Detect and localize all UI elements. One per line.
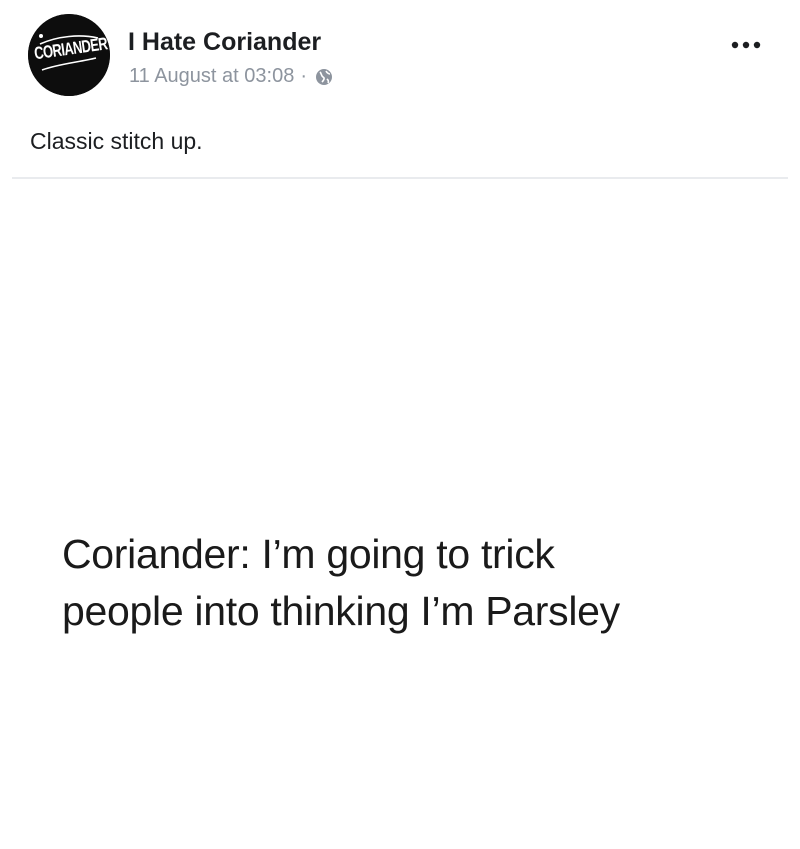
post-header: CORIANDER I Hate Coriander 11 August at … [0, 0, 800, 110]
post-image[interactable]: Coriander: I’m going to trick people int… [0, 179, 800, 849]
meme-line-2: people into thinking I’m Parsley [62, 588, 620, 634]
post-caption: Classic stitch up. [30, 128, 203, 154]
page-name[interactable]: I Hate Coriander [128, 28, 321, 57]
meme-line-1: Coriander: I’m going to trick [62, 531, 555, 577]
meta-separator: · [300, 65, 307, 87]
avatar[interactable]: CORIANDER [28, 14, 110, 96]
more-options-icon [731, 41, 761, 49]
post-meta: 11 August at 03:08 · [129, 65, 333, 88]
meme-text: Coriander: I’m going to trick people int… [62, 526, 742, 640]
post-timestamp[interactable]: 11 August at 03:08 [129, 65, 294, 88]
more-options-button[interactable] [726, 30, 766, 60]
globe-icon[interactable] [315, 68, 333, 86]
